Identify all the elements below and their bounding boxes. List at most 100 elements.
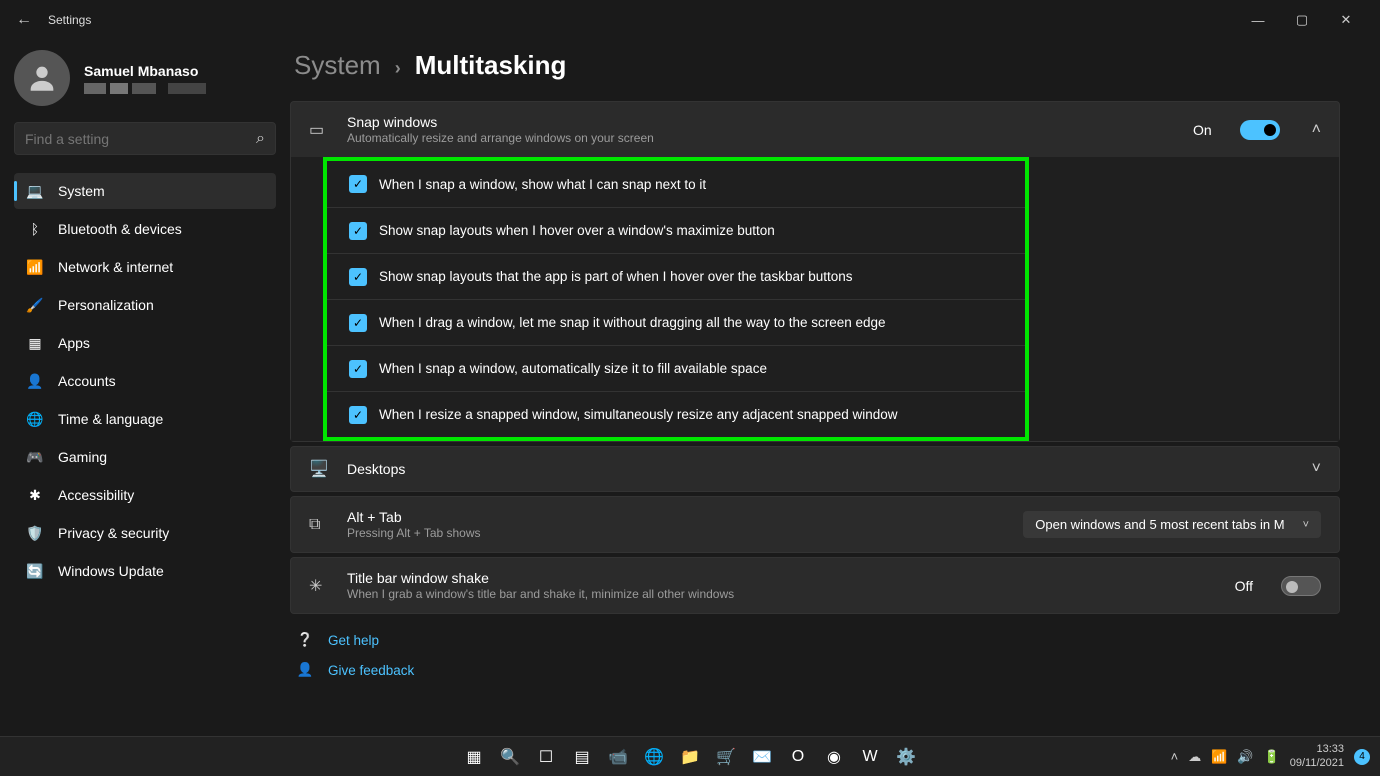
nav-item-apps[interactable]: ▦Apps (14, 325, 276, 361)
alt-tab-section: ⧉ Alt + Tab Pressing Alt + Tab shows Ope… (290, 496, 1340, 553)
give-feedback-link[interactable]: 👤Give feedback (296, 662, 1334, 678)
taskbar-app[interactable]: 🔍 (496, 743, 524, 771)
help-icon: ❔ (296, 632, 314, 648)
search-icon: ⌕ (256, 130, 265, 148)
snap-option-label: Show snap layouts when I hover over a wi… (379, 223, 775, 238)
window-title: Settings (48, 13, 91, 27)
checkbox-checked[interactable]: ✓ (349, 268, 367, 286)
desktops-title: Desktops (347, 461, 1280, 477)
breadcrumb: System › Multitasking (294, 50, 1340, 81)
nav-icon: 🎮 (26, 449, 44, 466)
snap-windows-header[interactable]: ▭ Snap windows Automatically resize and … (291, 102, 1339, 157)
nav-label: Accessibility (58, 487, 134, 503)
chevron-down-icon[interactable]: ˅ (1312, 460, 1321, 478)
chevron-right-icon: › (395, 58, 401, 79)
nav-label: Privacy & security (58, 525, 169, 541)
checkbox-checked[interactable]: ✓ (349, 360, 367, 378)
nav-item-personalization[interactable]: 🖌️Personalization (14, 287, 276, 323)
snap-option-label: When I drag a window, let me snap it wit… (379, 315, 886, 330)
alt-tab-title: Alt + Tab (347, 509, 1005, 525)
nav-icon: ✱ (26, 487, 44, 504)
sidebar: Samuel Mbanaso ⌕ 💻 System ᛒBluetooth & dev… (0, 40, 290, 736)
search-input[interactable] (25, 131, 256, 147)
snap-option-label: When I snap a window, automatically size… (379, 361, 767, 376)
alt-tab-select[interactable]: Open windows and 5 most recent tabs in M… (1023, 511, 1321, 538)
title-shake-section: ✳ Title bar window shake When I grab a w… (290, 557, 1340, 614)
nav-item-bluetooth-devices[interactable]: ᛒBluetooth & devices (14, 211, 276, 247)
user-profile[interactable]: Samuel Mbanaso (14, 50, 276, 106)
checkbox-checked[interactable]: ✓ (349, 314, 367, 332)
nav-item-time-language[interactable]: 🌐 Time & language (14, 401, 276, 437)
alt-tab-icon: ⧉ (309, 516, 329, 534)
taskbar-app[interactable]: W (856, 743, 884, 771)
checkbox-checked[interactable]: ✓ (349, 406, 367, 424)
nav-item-windows-update[interactable]: 🔄Windows Update (14, 553, 276, 589)
help-links: ❔Get help 👤Give feedback (290, 618, 1340, 692)
avatar (14, 50, 70, 106)
search-box[interactable]: ⌕ (14, 122, 276, 155)
snap-toggle-label: On (1193, 122, 1212, 138)
snap-option[interactable]: ✓ When I resize a snapped window, simulta… (327, 391, 1025, 437)
battery-icon[interactable]: 🔋 (1264, 749, 1280, 765)
nav-item-network-internet[interactable]: 📶Network & internet (14, 249, 276, 285)
shake-toggle-label: Off (1235, 578, 1253, 594)
breadcrumb-parent[interactable]: System (294, 50, 381, 81)
volume-icon[interactable]: 🔊 (1237, 749, 1253, 765)
back-button[interactable]: ← (12, 11, 36, 29)
taskbar-app[interactable]: ▤ (568, 743, 596, 771)
taskbar-app[interactable]: 🌐 (640, 743, 668, 771)
clock[interactable]: 13:33 09/11/2021 (1290, 743, 1344, 769)
taskbar-app[interactable]: ☐ (532, 743, 560, 771)
nav-item-accounts[interactable]: 👤Accounts (14, 363, 276, 399)
shake-subtitle: When I grab a window's title bar and sha… (347, 587, 1217, 601)
taskbar-app[interactable]: O (784, 743, 812, 771)
snap-option[interactable]: ✓Show snap layouts that the app is part … (327, 253, 1025, 299)
minimize-button[interactable]: — (1236, 4, 1280, 36)
nav-item-gaming[interactable]: 🎮Gaming (14, 439, 276, 475)
nav-icon: ᛒ (26, 221, 44, 237)
weather-icon[interactable]: ☁ (1188, 749, 1201, 765)
maximize-button[interactable]: ▢ (1280, 4, 1324, 36)
nav-icon: 👤 (26, 373, 44, 390)
nav-list: 💻 System ᛒBluetooth & devices📶Network & in… (14, 173, 276, 589)
snap-option[interactable]: ✓ When I snap a window, show what I can s… (327, 161, 1025, 207)
shake-title: Title bar window shake (347, 570, 1217, 586)
snap-option-label: When I resize a snapped window, simultan… (379, 407, 898, 422)
snap-option[interactable]: ✓ When I snap a window, automatically siz… (327, 345, 1025, 391)
tray-chevron-icon[interactable]: ˄ (1171, 749, 1179, 764)
shake-toggle[interactable] (1281, 576, 1321, 596)
nav-label: Apps (58, 335, 90, 351)
taskbar-app[interactable]: ✉️ (748, 743, 776, 771)
close-button[interactable]: ✕ (1324, 4, 1368, 36)
taskbar-app[interactable]: 🛒 (712, 743, 740, 771)
snap-windows-section: ▭ Snap windows Automatically resize and … (290, 101, 1340, 442)
desktops-icon: 🖥️ (309, 459, 329, 479)
chevron-up-icon[interactable]: ˄ (1312, 121, 1321, 139)
snap-option[interactable]: ✓ When I drag a window, let me snap it wi… (327, 299, 1025, 345)
wifi-icon[interactable]: 📶 (1211, 749, 1227, 765)
user-name: Samuel Mbanaso (84, 63, 206, 79)
taskbar-app[interactable]: ◉ (820, 743, 848, 771)
nav-item-system[interactable]: 💻 System (14, 173, 276, 209)
taskbar-app[interactable]: 📁 (676, 743, 704, 771)
snap-toggle[interactable] (1240, 120, 1280, 140)
taskbar-app[interactable]: ⚙️ (892, 743, 920, 771)
checkbox-checked[interactable]: ✓ (349, 175, 367, 193)
nav-item-privacy-security[interactable]: 🛡️Privacy & security (14, 515, 276, 551)
nav-label: Time & language (58, 411, 163, 427)
nav-icon: 🖌️ (26, 297, 44, 314)
desktops-section[interactable]: 🖥️ Desktops ˅ (290, 446, 1340, 492)
chevron-down-icon: ˅ (1303, 519, 1309, 531)
highlight-annotation: ✓ When I snap a window, show what I can s… (323, 157, 1029, 441)
taskbar-app[interactable]: 📹 (604, 743, 632, 771)
nav-item-accessibility[interactable]: ✱ Accessibility (14, 477, 276, 513)
checkbox-checked[interactable]: ✓ (349, 222, 367, 240)
snap-option-label: When I snap a window, show what I can sn… (379, 177, 706, 192)
notification-count[interactable]: 4 (1354, 749, 1370, 765)
nav-label: System (58, 183, 105, 199)
nav-icon: 💻 (26, 183, 44, 200)
get-help-link[interactable]: ❔Get help (296, 632, 1334, 648)
taskbar-app[interactable]: ▦ (460, 743, 488, 771)
nav-icon: 🌐 (26, 411, 44, 428)
snap-option[interactable]: ✓ Show snap layouts when I hover over a w… (327, 207, 1025, 253)
